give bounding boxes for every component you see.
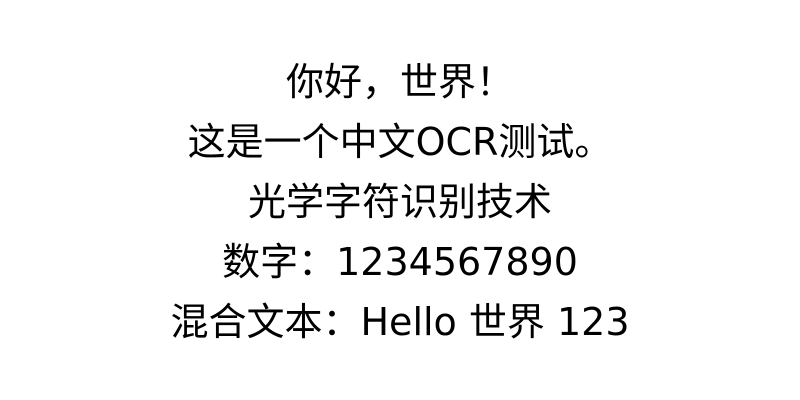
text-line-ocr-test: 这是一个中文OCR测试。	[187, 120, 613, 164]
text-line-greeting: 你好，世界！	[285, 60, 514, 104]
text-line-mixed: 混合文本：Hello 世界 123	[170, 300, 630, 344]
text-line-ocr-technology: 光学字符识别技术	[247, 180, 552, 224]
document-body: 你好，世界！ 这是一个中文OCR测试。 光学字符识别技术 数字：12345678…	[0, 52, 800, 352]
text-line-digits: 数字：1234567890	[222, 240, 578, 284]
